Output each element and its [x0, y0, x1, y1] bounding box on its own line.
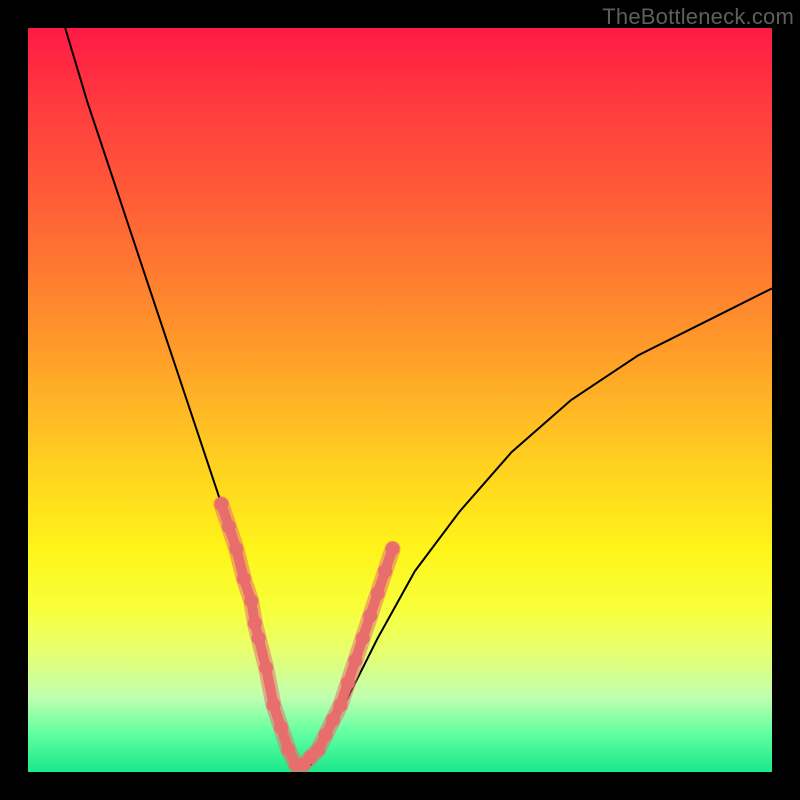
watermark-text: TheBottleneck.com	[602, 4, 794, 30]
highlight-marker	[371, 586, 385, 600]
highlight-marker	[341, 676, 355, 690]
highlight-marker	[348, 653, 362, 667]
highlight-marker	[319, 728, 333, 742]
highlight-marker	[334, 698, 348, 712]
curve-layer	[65, 28, 772, 765]
highlight-marker	[214, 497, 228, 511]
highlight-marker	[248, 616, 262, 630]
highlight-marker	[281, 743, 295, 757]
highlight-marker	[259, 661, 273, 675]
chart-frame: TheBottleneck.com	[0, 0, 800, 800]
highlight-marker	[378, 564, 392, 578]
highlight-marker	[326, 713, 340, 727]
highlight-marker	[311, 743, 325, 757]
marker-layer	[214, 497, 399, 771]
highlight-marker	[363, 609, 377, 623]
highlight-marker	[356, 631, 370, 645]
highlight-marker	[274, 720, 288, 734]
bottleneck-curve	[65, 28, 772, 765]
highlight-marker	[237, 572, 251, 586]
chart-svg	[28, 28, 772, 772]
highlight-marker	[267, 698, 281, 712]
highlight-marker	[244, 594, 258, 608]
highlight-marker	[229, 542, 243, 556]
highlight-marker	[252, 631, 266, 645]
highlight-marker	[222, 520, 236, 534]
plot-area	[28, 28, 772, 772]
highlight-marker	[386, 542, 400, 556]
